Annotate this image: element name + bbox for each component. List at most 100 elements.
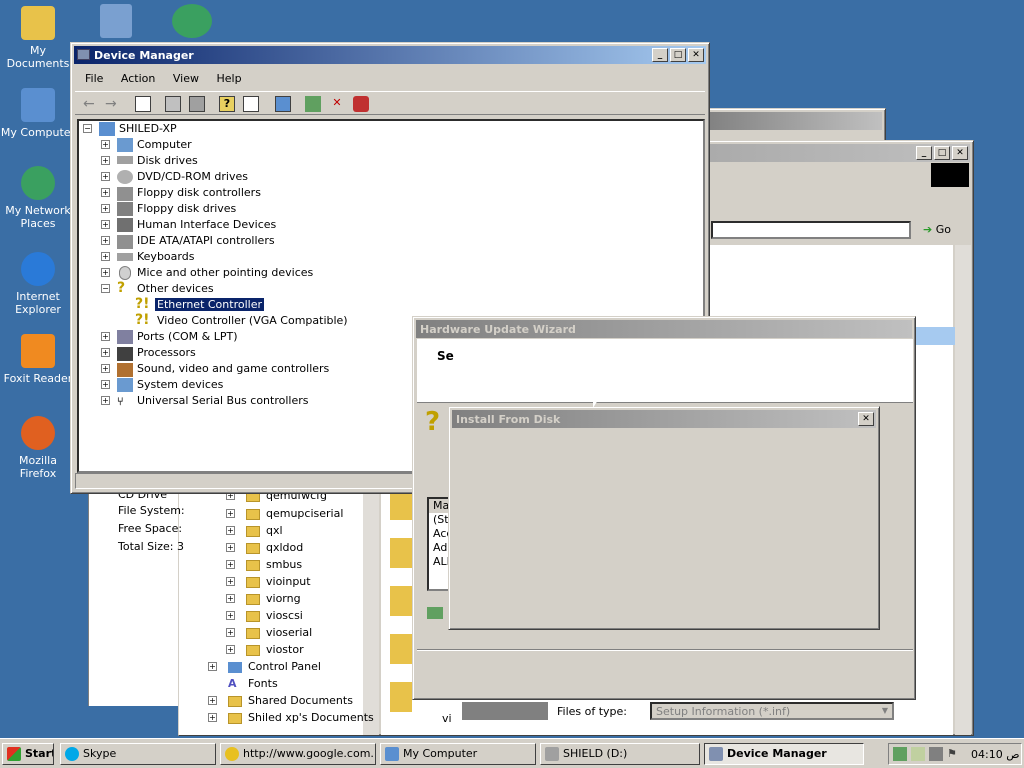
tree-device-ethernet[interactable]: ?! Ethernet Controller <box>135 297 264 313</box>
tree-category-hid[interactable]: + Human Interface Devices <box>101 217 276 233</box>
taskbar-skype[interactable]: Skype <box>60 743 216 765</box>
close-button[interactable]: ✕ <box>688 48 704 62</box>
tree-category-dvd[interactable]: + DVD/CD-ROM drives <box>101 169 248 185</box>
details-total-size: Total Size: 3 <box>118 540 184 553</box>
minimize-button[interactable]: _ <box>916 146 932 160</box>
install-disk-titlebar: Install From Disk ✕ <box>452 410 876 428</box>
go-arrow-icon: ➔ <box>923 223 933 236</box>
desktop-icon-my-documents[interactable]: My Documents <box>0 6 76 70</box>
firefox-icon <box>21 416 55 450</box>
files-of-type-dropdown[interactable]: Setup Information (*.inf) ▼ <box>650 702 894 720</box>
desktop-icon-network[interactable]: My Network Places <box>0 166 76 230</box>
tree-category-sound[interactable]: + Sound, video and game controllers <box>101 361 329 377</box>
tree-category-floppy-drives[interactable]: + Floppy disk drives <box>101 201 236 217</box>
properties-icon[interactable] <box>165 96 181 112</box>
forward-icon[interactable]: → <box>105 96 121 112</box>
folder-icon[interactable] <box>390 490 412 520</box>
minimize-button[interactable]: _ <box>652 48 668 62</box>
menu-bar: File Action View Help <box>85 72 256 85</box>
desktop-icon-my-computer[interactable]: My Computer <box>0 88 76 139</box>
tree-shiled-documents[interactable]: + Shiled xp's Documents <box>208 710 374 726</box>
vertical-scrollbar[interactable] <box>955 245 971 735</box>
flag-tray-icon[interactable]: ⚑ <box>947 747 961 761</box>
show-hide-tree-icon[interactable] <box>135 96 151 112</box>
taskbar-my-computer[interactable]: My Computer <box>380 743 536 765</box>
tree-folder[interactable]: + vioserial <box>226 625 312 641</box>
menu-help[interactable]: Help <box>216 72 241 85</box>
help-icon[interactable]: ? <box>219 96 235 112</box>
taskbar-browser[interactable]: http://www.google.com... <box>220 743 376 765</box>
mouse-icon <box>119 266 131 280</box>
print-icon[interactable] <box>189 96 205 112</box>
tree-control-panel[interactable]: + Control Panel <box>208 659 321 675</box>
mouse-cursor-icon <box>593 392 603 408</box>
menu-view[interactable]: View <box>173 72 199 85</box>
back-icon[interactable]: ← <box>83 96 99 112</box>
tree-folder[interactable]: + viostor <box>226 642 304 658</box>
tree-folder[interactable]: + qemupciserial <box>226 506 343 522</box>
tree-category-usb[interactable]: + ⑂ Universal Serial Bus controllers <box>101 393 308 409</box>
folder-tree-scrollbar[interactable] <box>363 481 379 735</box>
download-manager-icon[interactable] <box>172 4 212 38</box>
tree-category-computer[interactable]: + Computer <box>101 137 192 153</box>
tree-category-processors[interactable]: + Processors <box>101 345 196 361</box>
desktop-icon-firefox[interactable]: Mozilla Firefox <box>0 416 76 480</box>
tree-folder[interactable]: + viorng <box>226 591 301 607</box>
folder-icon <box>246 593 260 605</box>
tree-category-ports[interactable]: + Ports (COM & LPT) <box>101 329 238 345</box>
folder-icon[interactable] <box>390 682 412 712</box>
update-driver-icon[interactable] <box>305 96 321 112</box>
tree-folder[interactable]: + vioscsi <box>226 608 303 624</box>
folder-icon[interactable] <box>390 538 412 568</box>
unknown-device-icon: ? <box>117 280 126 296</box>
tree-device-video[interactable]: ?! Video Controller (VGA Compatible) <box>135 313 348 329</box>
tree-category-keyboards[interactable]: + Keyboards <box>101 249 194 265</box>
uninstall-icon[interactable]: ✕ <box>329 96 345 112</box>
recycle-bin-icon[interactable] <box>100 4 132 38</box>
tree-fonts[interactable]: A Fonts <box>212 676 278 692</box>
keyboard-icon <box>117 253 133 261</box>
internet-explorer-icon <box>21 252 55 286</box>
start-button[interactable]: Start <box>2 743 54 765</box>
clock[interactable]: 04:10 ص <box>971 748 1020 761</box>
maximize-button[interactable]: □ <box>670 48 686 62</box>
desktop-icon-ie[interactable]: Internet Explorer <box>0 252 76 316</box>
folder-icon[interactable] <box>390 634 412 664</box>
tree-folder[interactable]: + qxl <box>226 523 283 539</box>
menu-file[interactable]: File <box>85 72 103 85</box>
tree-folder[interactable]: + vioinput <box>226 574 311 590</box>
folder-icon <box>228 695 242 707</box>
folder-icon[interactable] <box>390 586 412 616</box>
tree-category-mice[interactable]: + Mice and other pointing devices <box>101 265 313 281</box>
tree-category-floppy-controllers[interactable]: + Floppy disk controllers <box>101 185 261 201</box>
tree-category-other-devices[interactable]: −? Other devices <box>101 281 214 297</box>
update-tray-icon[interactable] <box>911 747 925 761</box>
close-button[interactable]: ✕ <box>858 412 874 426</box>
tree-category-system[interactable]: + System devices <box>101 377 223 393</box>
tree-shared-documents[interactable]: + Shared Documents <box>208 693 353 709</box>
go-button[interactable]: ➔ Go <box>917 221 961 239</box>
taskbar-shield-drive[interactable]: SHIELD (D:) <box>540 743 700 765</box>
network-globe-icon <box>21 166 55 200</box>
network-tray-icon[interactable] <box>893 747 907 761</box>
menu-action[interactable]: Action <box>121 72 155 85</box>
chevron-down-icon[interactable]: ▼ <box>878 704 892 718</box>
tree-root[interactable]: − SHILED-XP <box>83 121 177 137</box>
taskbar-device-manager[interactable]: Device Manager <box>704 743 864 765</box>
tree-category-ide[interactable]: + IDE ATA/ATAPI controllers <box>101 233 275 249</box>
export-list-icon[interactable] <box>243 96 259 112</box>
address-dropdown[interactable] <box>711 221 911 239</box>
scan-hardware-icon[interactable] <box>275 96 291 112</box>
usb-icon: ⑂ <box>117 395 124 408</box>
tree-folder[interactable]: + qxldod <box>226 540 303 556</box>
close-button[interactable]: ✕ <box>952 146 968 160</box>
tree-category-disk-drives[interactable]: + Disk drives <box>101 153 198 169</box>
device-manager-icon <box>709 747 723 761</box>
computer-icon <box>117 138 133 152</box>
maximize-button[interactable]: □ <box>934 146 950 160</box>
disable-icon[interactable] <box>353 96 369 112</box>
printer-tray-icon[interactable] <box>929 747 943 761</box>
skype-icon <box>65 747 79 761</box>
desktop-icon-foxit[interactable]: Foxit Reader <box>0 334 76 385</box>
tree-folder[interactable]: + smbus <box>226 557 302 573</box>
